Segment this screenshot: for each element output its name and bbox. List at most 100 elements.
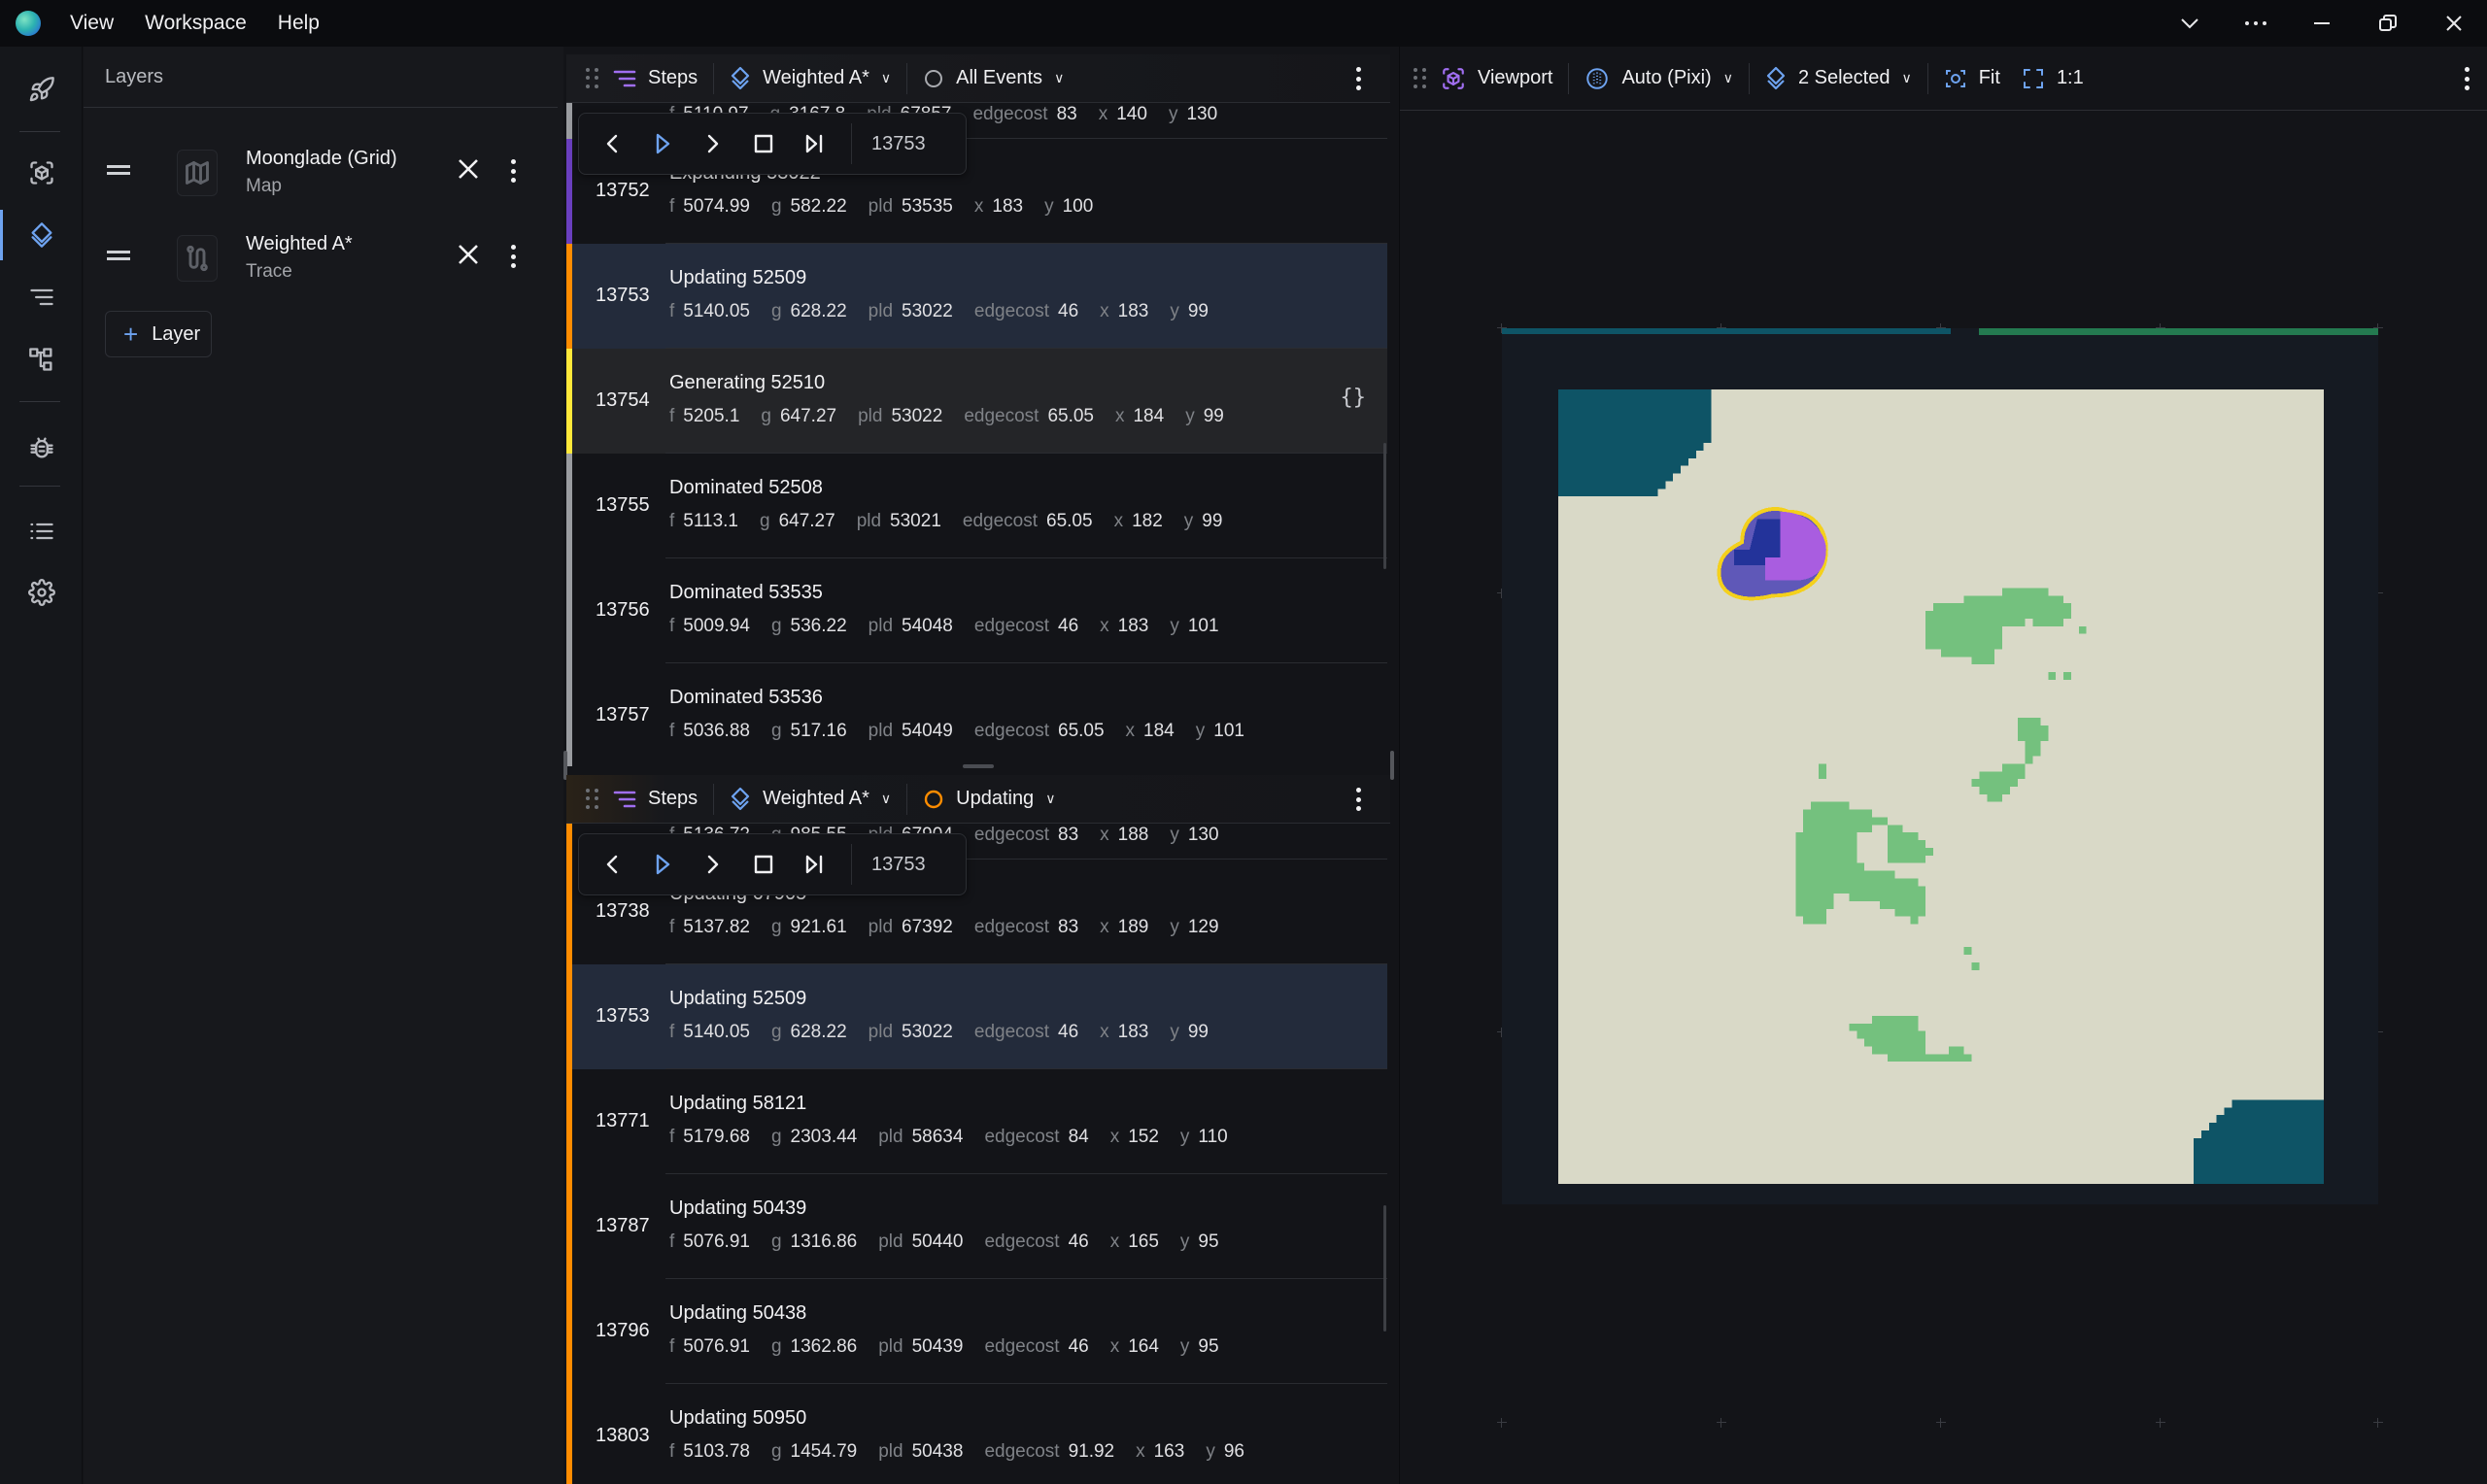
prop-value: 536.22 [790, 616, 847, 636]
split-handle[interactable] [963, 764, 994, 768]
viewport-more-icon[interactable] [2462, 67, 2471, 90]
prop-key: f [669, 917, 675, 937]
chevron-down-icon[interactable] [2157, 0, 2223, 47]
map-tile [1933, 603, 2071, 612]
more-horizontal-icon[interactable] [2223, 0, 2289, 47]
steps-list-icon[interactable] [0, 268, 83, 326]
stop-icon[interactable] [738, 113, 789, 175]
event-list[interactable]: f5110.97g3167.8pld67857edgecost83x140y13… [566, 71, 1390, 766]
play-icon[interactable] [637, 833, 688, 895]
panel-grip-icon[interactable] [586, 788, 599, 810]
map-tile [2048, 725, 2324, 733]
prop-value: 182 [1132, 511, 1163, 531]
map-tile [1918, 1015, 2324, 1024]
tree-icon[interactable] [0, 330, 83, 388]
steps-tab[interactable]: Steps [613, 54, 698, 103]
current-step-readout[interactable]: 13753 [871, 133, 926, 155]
list-icon[interactable] [0, 502, 83, 560]
event-row[interactable]: 13771 Updating 58121 f 5179.68 g 2303.44 pld 58… [566, 1069, 1387, 1174]
menu-workspace[interactable]: Workspace [145, 12, 247, 35]
layers-visibility-select[interactable]: 2 Selected ∨ [1765, 54, 1912, 103]
event-filter-select[interactable]: All Events ∨ [923, 54, 1064, 103]
layer-more-icon[interactable] [503, 155, 523, 186]
event-row[interactable]: 13755 Dominated 52508 f 5113.1 g 647.27 pld 530… [566, 454, 1387, 558]
drag-handle-icon[interactable] [107, 165, 130, 175]
add-layer-button[interactable]: + Layer [105, 311, 212, 357]
step-back-icon[interactable] [587, 833, 637, 895]
resize-handle[interactable] [1390, 751, 1394, 780]
event-row[interactable]: 13796 Updating 50438 f 5076.91 g 1362.86 pld 50… [566, 1279, 1387, 1384]
current-step-readout[interactable]: 13753 [871, 854, 926, 876]
close-window-icon[interactable] [2421, 0, 2487, 47]
event-row[interactable]: 13754 Generating 52510 f 5205.1 g 647.27 pld 53… [566, 349, 1387, 454]
event-filter-select[interactable]: Updating ∨ [923, 775, 1055, 824]
braces-icon[interactable]: {} [1341, 386, 1367, 410]
event-list[interactable]: f5136.72g985.55pld67904edgecost83x188y13… [566, 792, 1390, 1484]
map-tile [1887, 840, 1926, 848]
map-tile [1711, 389, 2324, 397]
rocket-icon[interactable] [0, 60, 83, 118]
panel-grip-icon[interactable] [1414, 67, 1427, 89]
map-tile [1795, 855, 1857, 863]
layer-item[interactable]: Weighted A* Trace [84, 218, 563, 295]
map-tile [1558, 557, 2324, 565]
step-forward-icon[interactable] [688, 833, 738, 895]
menu-help[interactable]: Help [278, 12, 320, 35]
map-frame[interactable] [1502, 328, 2378, 1204]
actual-size-button[interactable]: 1:1 [2022, 54, 2084, 103]
step-forward-icon[interactable] [688, 113, 738, 175]
event-row[interactable]: 13803 Updating 50950 f 5103.78 g 1454.79 pld 50… [566, 1384, 1387, 1484]
prop-key: x [1100, 917, 1109, 937]
map-tile [1918, 878, 2324, 887]
map-tile [2063, 618, 2324, 626]
prop-value: 54049 [902, 721, 953, 741]
cube-scan-icon[interactable] [0, 144, 83, 202]
event-row[interactable]: 13787 Updating 50439 f 5076.91 g 1316.86 pld 50… [566, 1174, 1387, 1279]
layer-select[interactable]: Weighted A* ∨ [730, 54, 891, 103]
scrollbar[interactable] [1383, 443, 1386, 569]
prop-key: f [669, 1127, 675, 1147]
scrollbar[interactable] [1383, 1205, 1386, 1332]
panel-more-icon[interactable] [1353, 67, 1363, 90]
minimize-icon[interactable] [2289, 0, 2355, 47]
stop-icon[interactable] [738, 833, 789, 895]
event-row[interactable]: 13753 Updating 52509 f 5140.05 g 628.22 pld 530… [566, 964, 1387, 1069]
steps-tab[interactable]: Steps [613, 775, 698, 824]
prop-value: 53022 [902, 301, 953, 321]
restore-icon[interactable] [2355, 0, 2421, 47]
remove-layer-icon[interactable] [457, 243, 484, 270]
renderer-select[interactable]: Auto (Pixi) ∨ [1584, 54, 1733, 103]
chevron-down-icon: ∨ [880, 791, 892, 806]
map-canvas[interactable] [1558, 389, 2324, 1184]
bug-icon[interactable] [0, 419, 83, 477]
panel-more-icon[interactable] [1353, 788, 1363, 811]
panel-grip-icon[interactable] [586, 67, 599, 89]
chevron-down-icon: ∨ [1045, 791, 1056, 806]
map-tile [1558, 1092, 2324, 1100]
event-row[interactable]: 13756 Dominated 53535 f 5009.94 g 536.22 pld 54… [566, 558, 1387, 663]
map-tile [1558, 1015, 1873, 1024]
skip-to-end-icon[interactable] [789, 833, 839, 895]
map-tile [1558, 939, 2324, 948]
layer-item[interactable]: Moonglade (Grid) Map [84, 132, 563, 210]
drag-handle-icon[interactable] [107, 251, 130, 260]
map-tile [1558, 1054, 1888, 1062]
gear-icon[interactable] [0, 563, 83, 622]
layers-icon[interactable] [0, 206, 83, 264]
map-tile [2032, 618, 2064, 626]
play-icon[interactable] [637, 113, 688, 175]
map-tile [2208, 1123, 2324, 1130]
map-tile [1558, 1069, 2324, 1077]
event-row[interactable]: 13757 Dominated 53536 f 5036.88 g 517.16 pld 54… [566, 663, 1387, 766]
layer-more-icon[interactable] [503, 241, 523, 272]
skip-to-end-icon[interactable] [789, 113, 839, 175]
map-tile [1558, 625, 1926, 634]
viewport-tab[interactable]: Viewport [1441, 54, 1552, 103]
prop-value: 189 [1117, 917, 1149, 937]
event-row[interactable]: 13753 Updating 52509 f 5140.05 g 628.22 pld 530… [566, 244, 1387, 349]
step-back-icon[interactable] [587, 113, 637, 175]
layer-select[interactable]: Weighted A* ∨ [730, 775, 891, 824]
remove-layer-icon[interactable] [457, 157, 484, 185]
fit-button[interactable]: Fit [1944, 54, 2000, 103]
menu-view[interactable]: View [70, 12, 114, 35]
